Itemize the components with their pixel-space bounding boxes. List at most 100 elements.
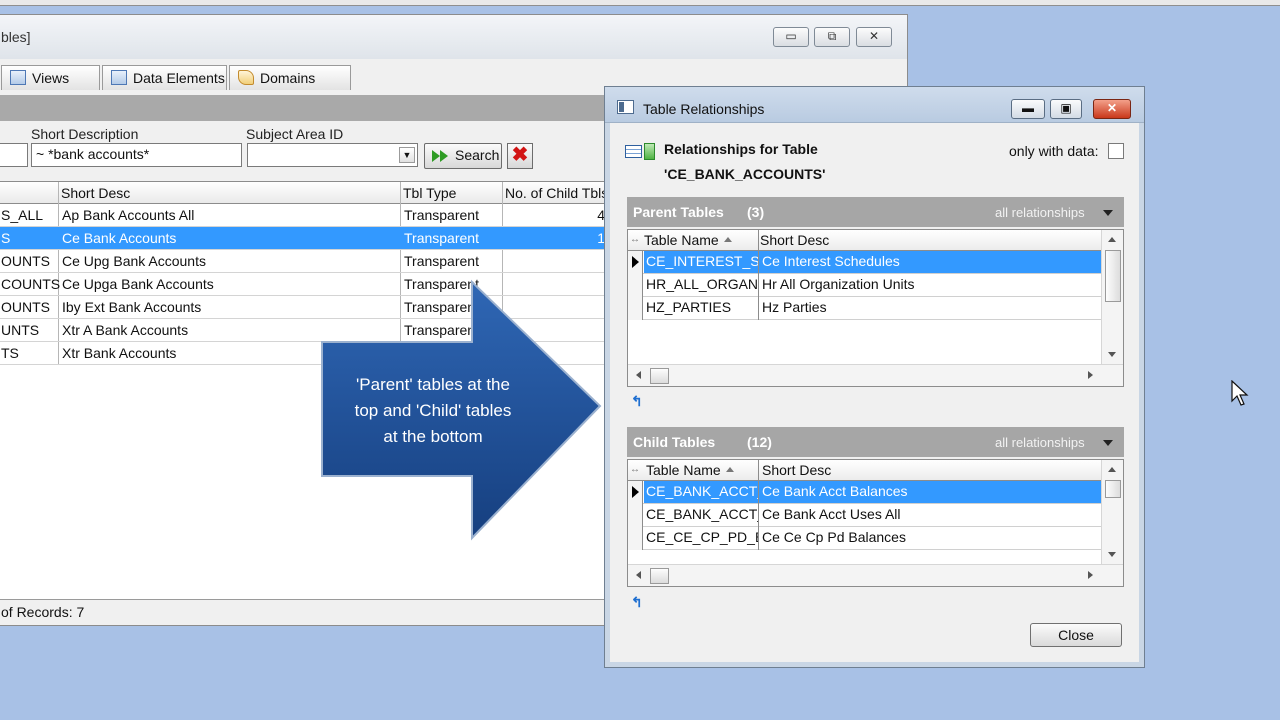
parent-col-short-desc[interactable]: Short Desc xyxy=(760,232,829,248)
child-col-short-desc[interactable]: Short Desc xyxy=(762,462,831,478)
parent-row-name: HZ_PARTIES xyxy=(646,299,732,315)
table-row[interactable]: S_ALL Ap Bank Accounts All Transparent 4 xyxy=(0,204,611,227)
scroll-thumb[interactable] xyxy=(1105,250,1121,302)
child-filter-label[interactable]: all relationships xyxy=(995,435,1085,450)
scroll-thumb[interactable] xyxy=(1105,480,1121,498)
scroll-thumb[interactable] xyxy=(650,568,669,584)
child-table-row[interactable]: CE_BANK_ACCT_U Ce Bank Acct Uses All xyxy=(628,504,1101,527)
scroll-down-icon[interactable] xyxy=(1108,552,1116,557)
current-row-indicator xyxy=(628,251,643,274)
child-horizontal-scrollbar[interactable] xyxy=(628,564,1123,586)
only-with-data-label: only with data: xyxy=(1009,143,1099,159)
row-name: TS xyxy=(1,345,19,361)
only-with-data-checkbox[interactable] xyxy=(1108,143,1124,159)
search-button-label: Search xyxy=(455,147,500,163)
row-name: OUNTS xyxy=(1,253,50,269)
child-col-table-name-label: Table Name xyxy=(646,462,721,478)
grid-icon xyxy=(10,70,26,85)
row-child-count: 4 xyxy=(597,207,605,223)
scroll-left-icon[interactable] xyxy=(636,371,641,379)
table-row[interactable]: OUNTS Ce Upg Bank Accounts Transparent xyxy=(0,250,611,273)
parent-row-desc: Hz Parties xyxy=(762,299,827,315)
parent-table-row[interactable]: CE_INTEREST_SCI Ce Interest Schedules xyxy=(628,251,1101,274)
sort-ascending-icon xyxy=(723,237,732,242)
scroll-left-icon[interactable] xyxy=(636,571,641,579)
parent-filter-label[interactable]: all relationships xyxy=(995,205,1085,220)
child-tables-section: Child Tables (12) all relationships ↔ Ta… xyxy=(627,427,1124,617)
row-desc: Iby Ext Bank Accounts xyxy=(62,299,202,315)
dialog-close-x-button[interactable]: ✕ xyxy=(1093,99,1131,119)
clear-filter-button[interactable]: ✖ xyxy=(507,143,533,169)
child-row-desc: Ce Ce Cp Pd Balances xyxy=(762,529,906,545)
row-indicator xyxy=(628,274,643,297)
row-type: Transparent xyxy=(404,230,479,246)
child-vertical-scrollbar[interactable] xyxy=(1101,460,1123,564)
table-relationships-dialog: Table Relationships ▬ ▣ ✕ Relationships … xyxy=(604,86,1145,668)
main-restore-button[interactable]: ⧉ xyxy=(814,27,850,47)
row-name: OUNTS xyxy=(1,299,50,315)
parent-vertical-scrollbar[interactable] xyxy=(1101,230,1123,364)
column-resize-icon[interactable]: ↔ xyxy=(630,464,640,475)
row-indicator xyxy=(628,504,643,527)
child-row-name: CE_BANK_ACCT_E xyxy=(646,483,758,499)
search-button[interactable]: Search xyxy=(424,143,502,169)
row-name: S xyxy=(1,230,11,246)
close-button[interactable]: Close xyxy=(1030,623,1122,647)
child-table-row[interactable]: CE_BANK_ACCT_E Ce Bank Acct Balances xyxy=(628,481,1101,504)
tab-domains-label: Domains xyxy=(260,70,316,86)
row-type: Transparent xyxy=(404,207,479,223)
callout-line: top and 'Child' tables xyxy=(354,401,512,420)
tab-domains[interactable]: Domains xyxy=(229,65,351,90)
child-tables-count: (12) xyxy=(747,434,772,450)
scroll-thumb[interactable] xyxy=(650,368,669,384)
child-tables-grid: ↔ Table Name Short Desc CE_BANK_ACCT_E C… xyxy=(627,459,1124,587)
record-count-status: of Records: 7 xyxy=(0,599,611,625)
chevron-down-icon[interactable] xyxy=(1103,210,1113,216)
col-short-desc[interactable]: Short Desc xyxy=(61,185,130,201)
main-window-title: bles] xyxy=(1,29,31,45)
row-indicator xyxy=(628,297,643,320)
table-name-field[interactable] xyxy=(0,143,28,167)
parent-table-row[interactable]: HZ_PARTIES Hz Parties xyxy=(628,297,1101,320)
table-row[interactable]: S Ce Bank Accounts Transparent 1 xyxy=(0,227,611,250)
scroll-down-icon[interactable] xyxy=(1108,352,1116,357)
child-table-row[interactable]: CE_CE_CP_PD_BA Ce Ce Cp Pd Balances xyxy=(628,527,1101,550)
tab-views[interactable]: Views xyxy=(1,65,100,90)
sort-ascending-icon xyxy=(725,467,734,472)
short-description-field[interactable]: ~ *bank accounts* xyxy=(31,143,242,167)
main-close-button[interactable]: ✕ xyxy=(856,27,892,47)
child-tables-title: Child Tables xyxy=(633,434,716,450)
scroll-up-icon[interactable] xyxy=(1108,237,1116,242)
row-desc: Xtr A Bank Accounts xyxy=(62,322,189,338)
scroll-up-icon[interactable] xyxy=(1108,467,1116,472)
subject-area-label: Subject Area ID xyxy=(246,126,344,142)
child-grid-header: ↔ Table Name Short Desc xyxy=(628,460,1101,481)
row-desc: Xtr Bank Accounts xyxy=(62,345,177,361)
main-title-bar[interactable]: bles] ▭ ⧉ ✕ xyxy=(0,15,907,59)
col-tbl-type[interactable]: Tbl Type xyxy=(403,185,456,201)
parent-col-table-name[interactable]: Table Name xyxy=(644,232,732,248)
child-tables-header: Child Tables (12) all relationships xyxy=(627,427,1124,457)
scroll-right-icon[interactable] xyxy=(1088,371,1093,379)
results-grid-header: Short Desc Tbl Type No. of Child Tbls xyxy=(0,182,611,204)
dialog-title-bar[interactable]: Table Relationships ▬ ▣ ✕ xyxy=(605,87,1144,123)
col-child-tbls[interactable]: No. of Child Tbls xyxy=(505,185,608,201)
navigate-up-icon[interactable]: ↰ xyxy=(631,595,645,609)
dialog-minimize-button[interactable]: ▬ xyxy=(1011,99,1045,119)
tab-data-elements[interactable]: Data Elements xyxy=(102,65,227,90)
tab-data-elements-label: Data Elements xyxy=(133,70,225,86)
subject-area-select[interactable]: ▼ xyxy=(247,143,418,167)
main-minimize-button[interactable]: ▭ xyxy=(773,27,809,47)
child-row-name: CE_CE_CP_PD_BA xyxy=(646,529,758,545)
dialog-restore-button[interactable]: ▣ xyxy=(1050,99,1082,119)
chevron-down-icon[interactable]: ▼ xyxy=(399,147,415,163)
column-resize-icon[interactable]: ↔ xyxy=(630,234,640,245)
navigate-up-icon[interactable]: ↰ xyxy=(631,394,645,408)
book-icon xyxy=(238,70,254,85)
scroll-right-icon[interactable] xyxy=(1088,571,1093,579)
parent-horizontal-scrollbar[interactable] xyxy=(628,364,1123,386)
child-col-table-name[interactable]: Table Name xyxy=(646,462,734,478)
parent-table-row[interactable]: HR_ALL_ORGANIZ Hr All Organization Units xyxy=(628,274,1101,297)
chevron-down-icon[interactable] xyxy=(1103,440,1113,446)
columns-icon xyxy=(111,70,127,85)
